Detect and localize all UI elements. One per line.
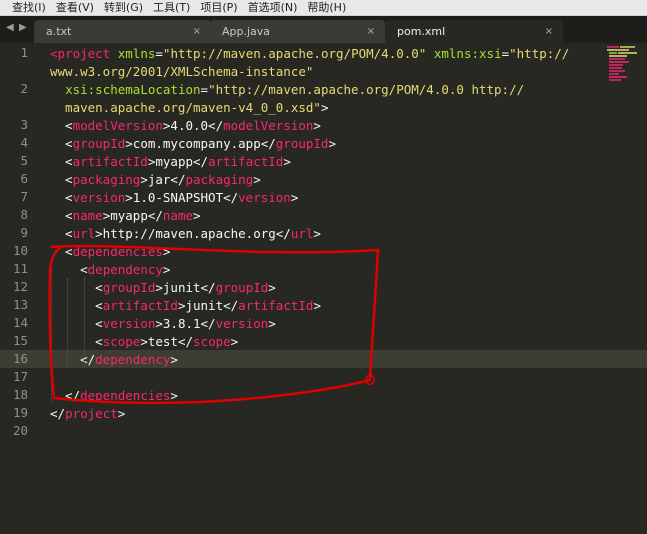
red-annotation-box [48, 244, 380, 405]
